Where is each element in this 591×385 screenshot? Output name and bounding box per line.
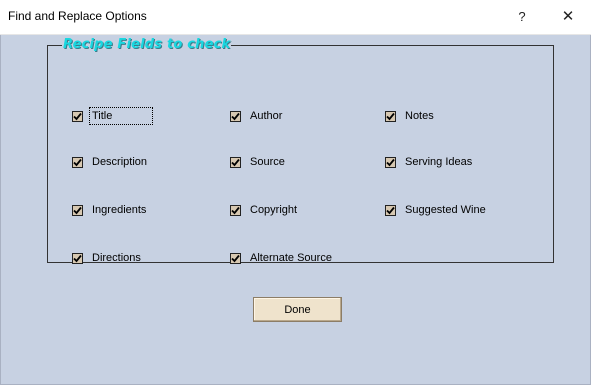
checkbox-box[interactable]	[72, 156, 83, 168]
checkbox-label: Alternate Source	[250, 252, 332, 264]
checkbox-label: Source	[250, 156, 285, 168]
checkbox-label: Author	[250, 110, 283, 122]
checkbox-author[interactable]: Author	[230, 110, 282, 122]
checkbox-box[interactable]	[72, 110, 83, 122]
checkmark-icon	[231, 112, 240, 120]
checkbox-box[interactable]	[230, 156, 241, 168]
checkmark-icon	[231, 158, 240, 166]
checkbox-box[interactable]	[72, 204, 83, 216]
checkbox-label: Directions	[92, 252, 141, 264]
checkbox-box[interactable]	[230, 110, 241, 122]
checkbox-label: Suggested Wine	[405, 204, 486, 216]
checkbox-label: Title	[88, 107, 154, 125]
checkmark-icon	[73, 158, 82, 166]
checkbox-box[interactable]	[72, 252, 83, 264]
checkbox-ingredients[interactable]: Ingredients	[72, 204, 146, 216]
checkbox-alternate-source[interactable]: Alternate Source	[230, 252, 332, 264]
checkbox-label: Copyright	[250, 204, 298, 216]
checkmark-icon	[386, 158, 395, 166]
checkbox-box[interactable]	[230, 252, 241, 264]
checkbox-serving-ideas[interactable]: Serving Ideas	[385, 156, 472, 168]
checkbox-label: Ingredients	[92, 204, 147, 216]
checkbox-box[interactable]	[385, 110, 396, 122]
checkbox-label: Notes	[405, 110, 434, 122]
checkbox-description[interactable]: Description	[72, 156, 147, 168]
checkbox-label: Description	[92, 156, 148, 168]
close-button[interactable]: ✕	[556, 6, 580, 28]
groupbox-legend: Recipe Fields to check	[62, 37, 232, 52]
title-bar: Find and Replace Options ? ✕	[0, 0, 591, 35]
checkmark-icon	[73, 112, 82, 120]
checkbox-suggested-wine[interactable]: Suggested Wine	[385, 204, 486, 216]
done-button[interactable]: Done	[253, 297, 342, 322]
checkbox-box[interactable]	[385, 156, 396, 168]
checkbox-directions[interactable]: Directions	[72, 252, 141, 264]
checkbox-source[interactable]: Source	[230, 156, 285, 168]
checkbox-box[interactable]	[230, 204, 241, 216]
checkbox-copyright[interactable]: Copyright	[230, 204, 297, 216]
help-button[interactable]: ?	[512, 7, 532, 27]
checkmark-icon	[73, 254, 82, 262]
checkbox-box[interactable]	[385, 204, 396, 216]
checkbox-title[interactable]: Title	[72, 107, 154, 125]
checkmark-icon	[231, 206, 240, 214]
checkmark-icon	[386, 206, 395, 214]
checkmark-icon	[231, 254, 240, 262]
checkmark-icon	[386, 112, 395, 120]
window-title: Find and Replace Options	[8, 9, 147, 23]
recipe-fields-groupbox	[47, 45, 554, 263]
checkbox-label: Serving Ideas	[405, 156, 473, 168]
checkbox-notes[interactable]: Notes	[385, 110, 434, 122]
checkmark-icon	[73, 206, 82, 214]
